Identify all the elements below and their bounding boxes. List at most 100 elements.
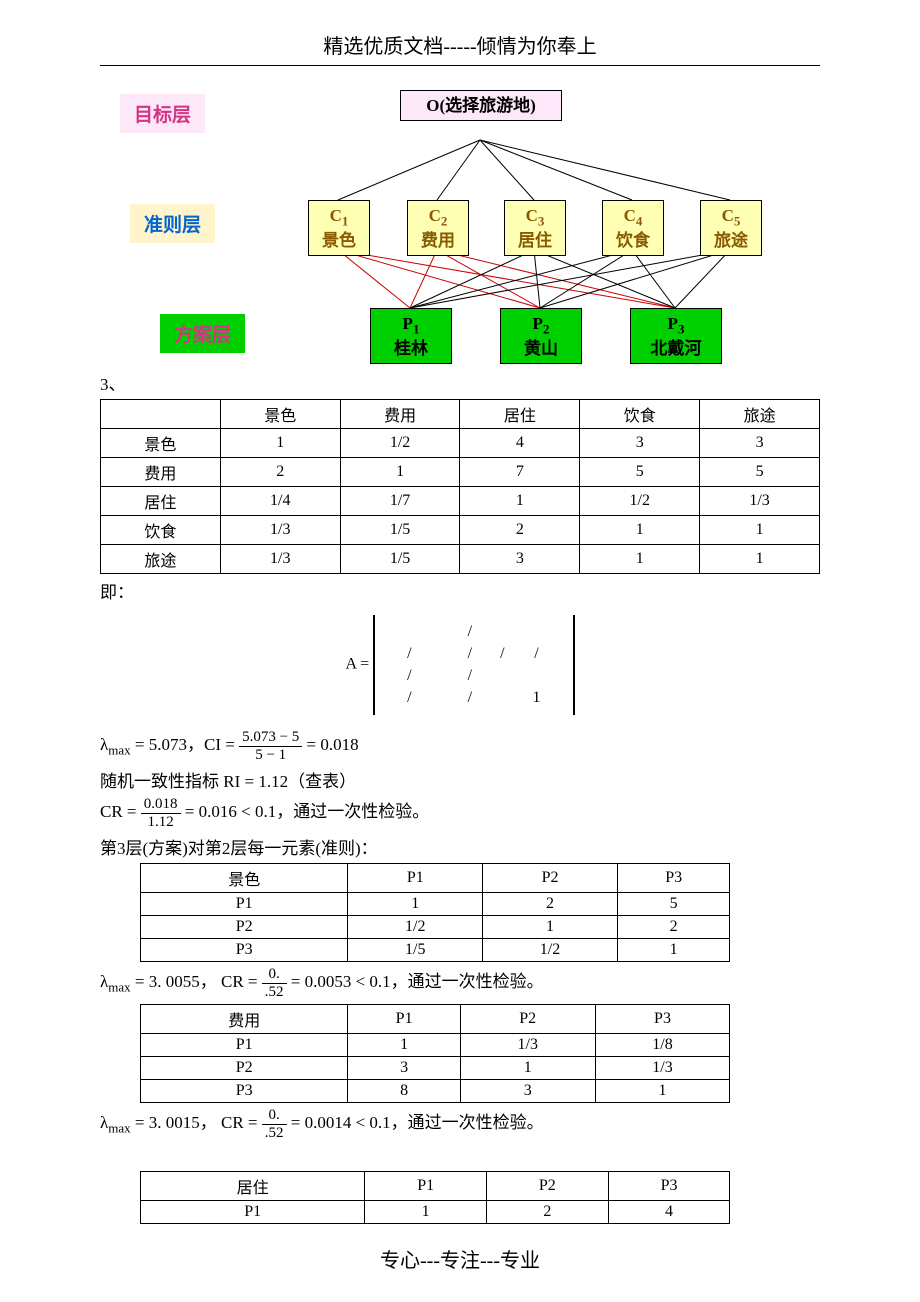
th: P3 bbox=[595, 1005, 730, 1034]
m: 1 bbox=[519, 687, 555, 709]
cr-line: CR = 0.0181.12 = 0.016 < 0.1，通过一次性检验。 bbox=[100, 796, 820, 830]
p3-text: 北戴河 bbox=[651, 339, 702, 358]
td: 1 bbox=[617, 939, 730, 962]
lambda-sub: max bbox=[108, 742, 130, 757]
td: 2 bbox=[617, 916, 730, 939]
td: P1 bbox=[141, 1201, 365, 1224]
table-row: 费用21755 bbox=[101, 458, 820, 487]
td: 4 bbox=[608, 1201, 730, 1224]
td: 1 bbox=[348, 893, 483, 916]
ci-result: = 0.018 bbox=[302, 735, 358, 754]
table-row: 饮食1/31/5211 bbox=[101, 516, 820, 545]
td: 2 bbox=[483, 893, 618, 916]
spacer bbox=[100, 1145, 820, 1171]
p3-sub: 3 bbox=[678, 321, 685, 336]
goal-sym: O bbox=[426, 96, 439, 115]
p1-result: = 0.0053 < 0.1，通过一次性检验。 bbox=[287, 972, 544, 991]
td: 景色 bbox=[101, 429, 221, 458]
th: P2 bbox=[487, 1172, 609, 1201]
td: 1/2 bbox=[483, 939, 618, 962]
td: P1 bbox=[141, 893, 348, 916]
table-row: 费用P1P2P3 bbox=[141, 1005, 730, 1034]
td: 1/5 bbox=[340, 545, 460, 574]
m: / bbox=[393, 643, 425, 665]
td: 1/5 bbox=[348, 939, 483, 962]
td: P2 bbox=[141, 1057, 348, 1080]
td: 1/2 bbox=[580, 487, 700, 516]
td: 1 bbox=[220, 429, 340, 458]
td: 1/3 bbox=[220, 545, 340, 574]
m bbox=[426, 621, 454, 643]
m bbox=[486, 621, 518, 643]
goal-text: (选择旅游地) bbox=[439, 96, 535, 115]
cr-prefix: CR = bbox=[100, 802, 141, 821]
p1-fraction: 0..52 bbox=[262, 966, 287, 1000]
c2-sub: 2 bbox=[441, 213, 448, 228]
p1-eq: = 3. 0055， CR = bbox=[131, 972, 262, 991]
th: P2 bbox=[483, 864, 618, 893]
th: 费用 bbox=[340, 400, 460, 429]
td: 1 bbox=[460, 1057, 595, 1080]
td: 1/2 bbox=[340, 429, 460, 458]
td: 4 bbox=[460, 429, 580, 458]
lambda-sub: max bbox=[108, 1120, 130, 1135]
c4-sub: 4 bbox=[636, 213, 643, 228]
den: .52 bbox=[262, 1125, 287, 1142]
hierarchy-diagram: 目标层 准则层 方案层 O(选择旅游地) C1景色 C2费用 C3居住 C4饮食… bbox=[100, 86, 820, 366]
th: 居住 bbox=[460, 400, 580, 429]
td: 2 bbox=[460, 516, 580, 545]
layer-label-plan: 方案层 bbox=[160, 314, 245, 353]
matrix-A: A = / //// // //1 bbox=[100, 615, 820, 715]
td: 8 bbox=[348, 1080, 460, 1103]
plan-node-3: P3 北戴河 bbox=[630, 308, 722, 364]
p2-eq: = 3. 0015， CR = bbox=[131, 1113, 262, 1132]
td: 3 bbox=[700, 429, 820, 458]
c1-sym: C bbox=[330, 206, 342, 225]
m bbox=[519, 665, 555, 687]
td: 1 bbox=[340, 458, 460, 487]
table-row: 旅途1/31/5311 bbox=[101, 545, 820, 574]
table-row: 居住1/41/711/21/3 bbox=[101, 487, 820, 516]
c5-sub: 5 bbox=[734, 213, 741, 228]
m bbox=[426, 665, 454, 687]
cr-fraction: 0.0181.12 bbox=[141, 796, 181, 830]
num: 0. bbox=[262, 966, 287, 984]
table-row: P1124 bbox=[141, 1201, 730, 1224]
td: 旅途 bbox=[101, 545, 221, 574]
c2-text: 费用 bbox=[421, 231, 455, 250]
m: / bbox=[454, 687, 486, 709]
td: 1/3 bbox=[595, 1057, 730, 1080]
c1-text: 景色 bbox=[322, 231, 356, 250]
m: / bbox=[393, 687, 425, 709]
td: 居住 bbox=[101, 487, 221, 516]
p-table-living: 居住P1P2P3 P1124 bbox=[140, 1171, 730, 1224]
c2-sym: C bbox=[429, 206, 441, 225]
td: 1/5 bbox=[340, 516, 460, 545]
td: 3 bbox=[348, 1057, 460, 1080]
header-rule bbox=[100, 65, 820, 66]
num: 5.073 − 5 bbox=[239, 729, 302, 747]
p3-sym: P bbox=[668, 314, 678, 333]
lambda-eq: = 5.073，CI = bbox=[131, 735, 239, 754]
table-row: P3831 bbox=[141, 1080, 730, 1103]
lambda-sym: λ bbox=[100, 735, 108, 754]
layer-label-goal: 目标层 bbox=[120, 94, 205, 133]
td: 5 bbox=[700, 458, 820, 487]
c4-text: 饮食 bbox=[616, 231, 650, 250]
den: 5 − 1 bbox=[239, 747, 302, 764]
criterion-node-3: C3居住 bbox=[504, 200, 566, 256]
td: 2 bbox=[487, 1201, 609, 1224]
m bbox=[426, 687, 454, 709]
th: 景色 bbox=[141, 864, 348, 893]
td: 1/3 bbox=[220, 516, 340, 545]
table-row: 景色P1P2P3 bbox=[141, 864, 730, 893]
td: 7 bbox=[460, 458, 580, 487]
td: 3 bbox=[460, 545, 580, 574]
cr-result: = 0.016 < 0.1，通过一次性检验。 bbox=[181, 802, 430, 821]
table-row: P2311/3 bbox=[141, 1057, 730, 1080]
m bbox=[486, 687, 518, 709]
m: / bbox=[393, 665, 425, 687]
text-ji: 即： bbox=[100, 578, 820, 603]
p1-sub: 1 bbox=[413, 321, 420, 336]
th: P2 bbox=[460, 1005, 595, 1034]
